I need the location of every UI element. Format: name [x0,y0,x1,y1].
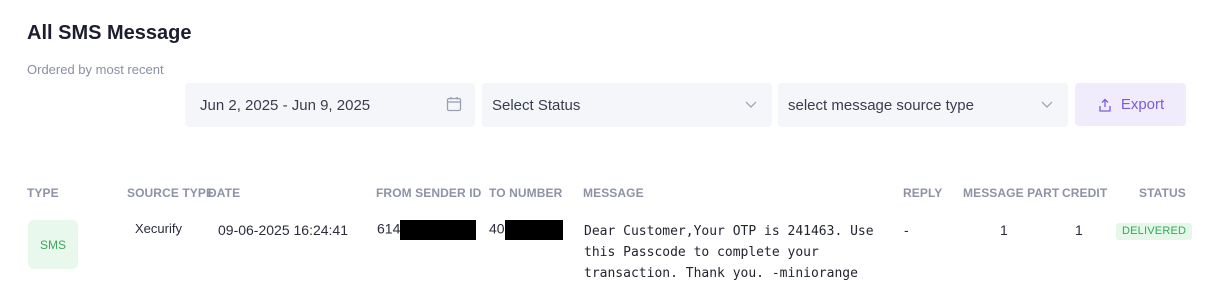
header-credit: CREDIT [1062,186,1108,200]
export-button[interactable]: Export [1075,83,1186,126]
type-badge: SMS [28,220,78,269]
calendar-icon [446,97,462,112]
redaction-box [400,220,477,240]
to-number-prefix: 40 [489,220,505,237]
header-source-type: SOURCE TYPE [127,186,215,200]
from-sender-prefix: 614 [377,220,401,237]
status-badge: DELIVERED [1116,223,1193,240]
status-select[interactable]: Select Status [482,83,772,127]
page-subtitle: Ordered by most recent [27,62,164,77]
header-to-number: TO NUMBER [489,186,563,200]
chevron-down-icon [1041,101,1053,108]
status-select-placeholder: Select Status [492,96,581,114]
header-type: TYPE [27,186,59,200]
from-sender-cell: 614 [377,220,477,240]
header-date: DATE [208,186,241,200]
date-range-value: Jun 2, 2025 - Jun 9, 2025 [200,96,371,114]
header-message-part: MESSAGE PART [963,186,1060,200]
header-status: STATUS [1139,186,1186,200]
redaction-box [504,220,563,240]
chevron-down-icon [745,101,757,108]
date-cell: 09-06-2025 16:24:41 [218,222,348,238]
source-type-cell: Xecurify [135,221,182,236]
to-number-cell: 40 [489,220,563,240]
reply-cell: - [904,222,909,238]
upload-icon [1099,98,1111,112]
message-cell: Dear Customer,Your OTP is 241463. Use th… [584,224,874,281]
message-part-cell: 1 [1000,222,1008,238]
header-from-sender-id: FROM SENDER ID [376,186,482,200]
header-message: MESSAGE [583,186,644,200]
date-range-picker[interactable]: Jun 2, 2025 - Jun 9, 2025 [185,83,475,127]
page-title: All SMS Message [27,22,192,44]
export-label: Export [1120,96,1165,113]
header-reply: REPLY [903,186,943,200]
credit-cell: 1 [1075,222,1083,238]
source-select-placeholder: select message source type [788,96,974,114]
message-source-select[interactable]: select message source type [778,83,1068,127]
